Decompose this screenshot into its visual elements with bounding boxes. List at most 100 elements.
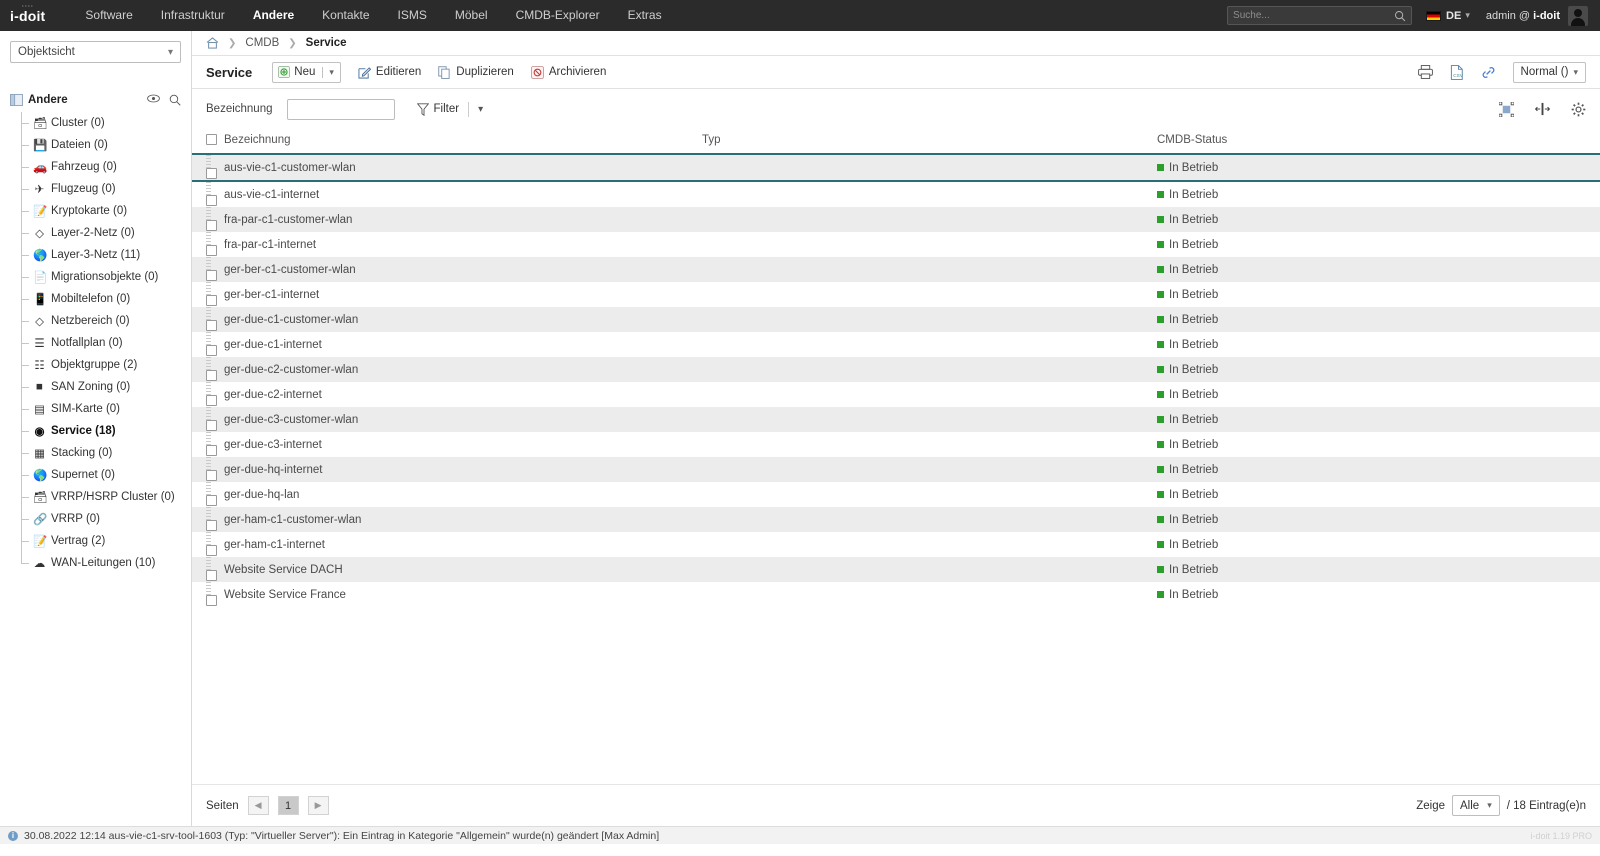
row-drag-handle[interactable]	[206, 332, 211, 345]
row-checkbox[interactable]	[206, 270, 217, 282]
sidebar-item-service[interactable]: ◉ Service (18)	[21, 420, 181, 442]
search-icon[interactable]	[169, 94, 181, 106]
filter-bezeichnung-input[interactable]	[286, 98, 395, 120]
table-row[interactable]: ger-due-hq-lan In Betrieb	[192, 482, 1600, 507]
page-size-select[interactable]: Alle ▾	[1452, 795, 1500, 816]
table-row[interactable]: ger-ber-c1-customer-wlan In Betrieb	[192, 257, 1600, 282]
row-checkbox[interactable]	[206, 395, 217, 407]
table-row[interactable]: ger-due-c1-customer-wlan In Betrieb	[192, 307, 1600, 332]
print-icon[interactable]	[1417, 65, 1433, 79]
sidebar-item-layer3-netz[interactable]: 🌎 Layer-3-Netz (11)	[21, 244, 181, 266]
sidebar-item-sim-karte[interactable]: ▤ SIM-Karte (0)	[21, 398, 181, 420]
row-drag-handle[interactable]	[206, 407, 211, 420]
sidebar-item-cluster[interactable]: 🗃 Cluster (0)	[21, 112, 181, 134]
row-drag-handle[interactable]	[206, 307, 211, 320]
row-drag-handle[interactable]	[206, 257, 211, 270]
home-icon[interactable]	[206, 37, 219, 49]
search-icon[interactable]	[1394, 10, 1406, 22]
filter-dropdown-icon[interactable]: ▾	[478, 104, 483, 115]
cell-bezeichnung[interactable]: ger-ham-c1-internet	[224, 532, 702, 557]
nav-item-software[interactable]: Software	[71, 0, 146, 31]
row-checkbox[interactable]	[206, 545, 217, 557]
table-row[interactable]: ger-ber-c1-internet In Betrieb	[192, 282, 1600, 307]
row-checkbox[interactable]	[206, 595, 217, 607]
cell-bezeichnung[interactable]: ger-due-c2-customer-wlan	[224, 357, 702, 382]
table-row[interactable]: ger-due-c2-internet In Betrieb	[192, 382, 1600, 407]
new-button-dropdown[interactable]: ▾	[322, 66, 340, 78]
column-header-cmdb-status[interactable]: CMDB-Status	[1157, 129, 1600, 154]
cell-bezeichnung[interactable]: aus-vie-c1-internet	[224, 181, 702, 207]
table-row[interactable]: ger-due-c2-customer-wlan In Betrieb	[192, 357, 1600, 382]
user-label[interactable]: admin @ i-doit	[1486, 10, 1560, 22]
cell-bezeichnung[interactable]: aus-vie-c1-customer-wlan	[224, 154, 702, 181]
nav-item-extras[interactable]: Extras	[614, 0, 676, 31]
cell-bezeichnung[interactable]: ger-due-c1-internet	[224, 332, 702, 357]
breadcrumb-item-cmdb[interactable]: CMDB	[245, 37, 279, 49]
chevron-down-icon[interactable]: ▾	[1465, 10, 1470, 21]
sidebar-item-san-zoning[interactable]: ■ SAN Zoning (0)	[21, 376, 181, 398]
table-row[interactable]: aus-vie-c1-customer-wlan In Betrieb	[192, 154, 1600, 181]
cell-bezeichnung[interactable]: ger-due-c3-customer-wlan	[224, 407, 702, 432]
duplicate-button[interactable]: Duplizieren	[438, 65, 514, 79]
sidebar-item-vrrp-hsrp-cluster[interactable]: 🗃 VRRP/HSRP Cluster (0)	[21, 486, 181, 508]
object-view-select[interactable]: Objektsicht ▾	[10, 41, 181, 63]
cell-bezeichnung[interactable]: Website Service France	[224, 582, 702, 607]
pagination-prev-button[interactable]: ◀	[247, 796, 269, 815]
gear-icon[interactable]	[1571, 102, 1586, 117]
column-header-typ[interactable]: Typ	[702, 129, 1157, 154]
column-header-bezeichnung[interactable]: Bezeichnung	[224, 129, 702, 154]
row-drag-handle[interactable]	[206, 382, 211, 395]
row-drag-handle[interactable]	[206, 282, 211, 295]
archive-button[interactable]: Archivieren	[530, 65, 606, 79]
sidebar-item-objektgruppe[interactable]: ☷ Objektgruppe (2)	[21, 354, 181, 376]
table-row[interactable]: Website Service DACH In Betrieb	[192, 557, 1600, 582]
row-drag-handle[interactable]	[206, 557, 211, 570]
row-checkbox[interactable]	[206, 245, 217, 257]
nav-item-kontakte[interactable]: Kontakte	[308, 0, 383, 31]
pagination-next-button[interactable]: ▶	[307, 796, 329, 815]
app-logo[interactable]: ···· i-doit	[10, 4, 45, 24]
row-drag-handle[interactable]	[206, 532, 211, 545]
cell-bezeichnung[interactable]: ger-ber-c1-internet	[224, 282, 702, 307]
nav-item-isms[interactable]: ISMS	[384, 0, 441, 31]
table-row[interactable]: Website Service France In Betrieb	[192, 582, 1600, 607]
row-checkbox[interactable]	[206, 168, 217, 180]
eye-icon[interactable]	[147, 94, 160, 106]
nav-item-cmdb-explorer[interactable]: CMDB-Explorer	[502, 0, 614, 31]
view-mode-select[interactable]: Normal () ▾	[1512, 61, 1586, 83]
sidebar-item-migrationsobjekte[interactable]: 📄 Migrationsobjekte (0)	[21, 266, 181, 288]
export-csv-icon[interactable]: CSV	[1450, 64, 1464, 80]
fit-selection-icon[interactable]	[1499, 101, 1514, 117]
search-input[interactable]	[1233, 10, 1395, 21]
sidebar-item-notfallplan[interactable]: ☰ Notfallplan (0)	[21, 332, 181, 354]
column-width-icon[interactable]	[1535, 102, 1550, 116]
row-drag-handle[interactable]	[206, 582, 211, 595]
cell-bezeichnung[interactable]: ger-due-c2-internet	[224, 382, 702, 407]
cell-bezeichnung[interactable]: fra-par-c1-customer-wlan	[224, 207, 702, 232]
row-checkbox[interactable]	[206, 220, 217, 232]
cell-bezeichnung[interactable]: ger-ham-c1-customer-wlan	[224, 507, 702, 532]
row-drag-handle[interactable]	[206, 432, 211, 445]
row-checkbox[interactable]	[206, 470, 217, 482]
filter-button[interactable]: Filter	[416, 102, 459, 116]
cell-bezeichnung[interactable]: ger-due-c3-internet	[224, 432, 702, 457]
avatar[interactable]	[1568, 5, 1588, 26]
cell-bezeichnung[interactable]: ger-due-c1-customer-wlan	[224, 307, 702, 332]
row-checkbox[interactable]	[206, 445, 217, 457]
table-row[interactable]: fra-par-c1-customer-wlan In Betrieb	[192, 207, 1600, 232]
row-drag-handle[interactable]	[206, 232, 211, 245]
row-checkbox[interactable]	[206, 570, 217, 582]
language-label[interactable]: DE	[1446, 10, 1461, 22]
table-row[interactable]: aus-vie-c1-internet In Betrieb	[192, 181, 1600, 207]
pagination-page-1[interactable]: 1	[277, 796, 299, 815]
sidebar-item-stacking[interactable]: ▦ Stacking (0)	[21, 442, 181, 464]
cell-bezeichnung[interactable]: ger-due-hq-internet	[224, 457, 702, 482]
row-checkbox[interactable]	[206, 495, 217, 507]
sidebar-item-supernet[interactable]: 🌎 Supernet (0)	[21, 464, 181, 486]
row-drag-handle[interactable]	[206, 182, 211, 195]
row-checkbox[interactable]	[206, 370, 217, 382]
nav-item-moebel[interactable]: Möbel	[441, 0, 502, 31]
table-row[interactable]: ger-due-c3-customer-wlan In Betrieb	[192, 407, 1600, 432]
table-row[interactable]: ger-due-c3-internet In Betrieb	[192, 432, 1600, 457]
nav-item-andere[interactable]: Andere	[239, 0, 308, 31]
